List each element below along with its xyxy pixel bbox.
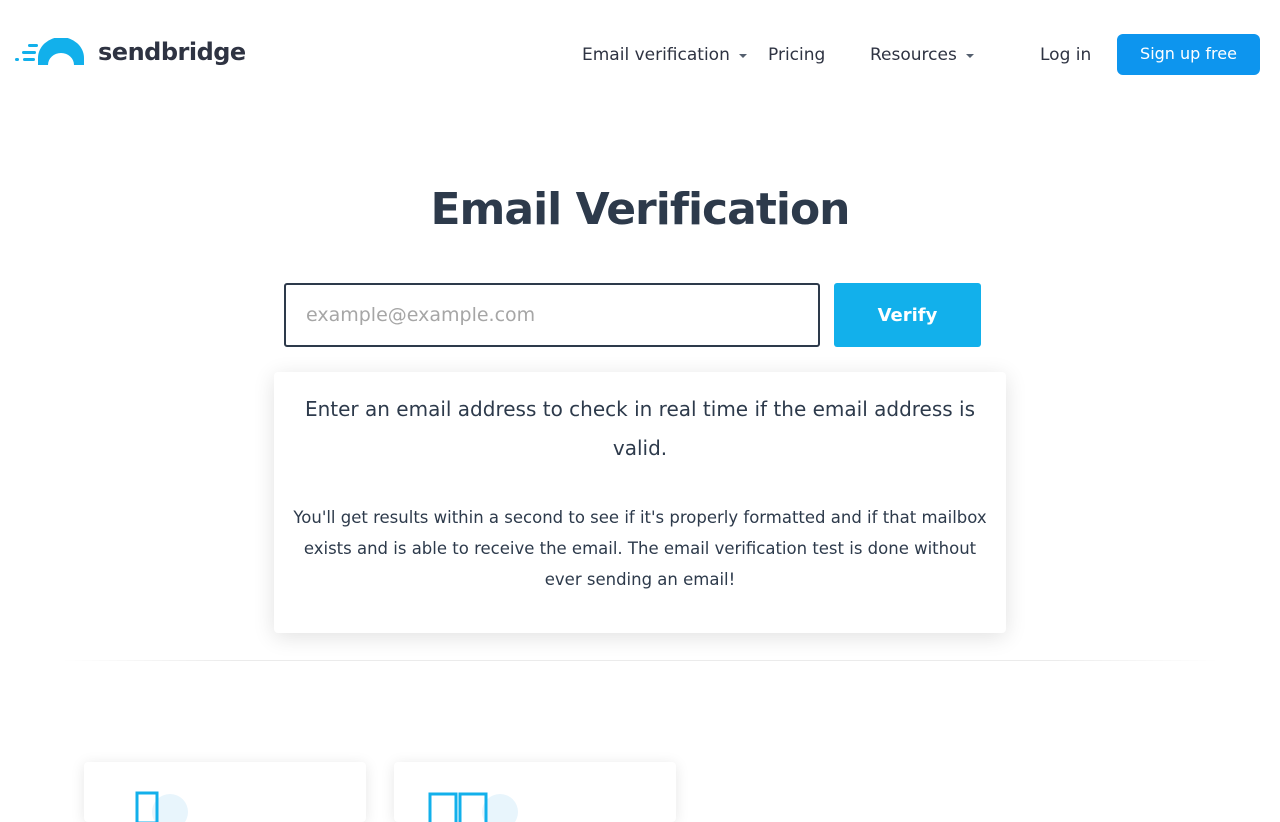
info-body-text: You'll get results within a second to se…: [293, 508, 987, 589]
grid-icon: [428, 792, 518, 822]
logo[interactable]: sendbridge: [14, 34, 246, 70]
chevron-down-icon: [738, 54, 747, 58]
logo-text: sendbridge: [98, 38, 246, 66]
nav-pricing[interactable]: Pricing: [768, 40, 825, 70]
verify-button[interactable]: Verify: [834, 283, 981, 347]
info-lead-text: Enter an email address to check in real …: [304, 397, 976, 460]
page-title: Email Verification: [430, 184, 850, 235]
nav-pricing-label: Pricing: [768, 45, 826, 65]
nav-email-verification-label: Email verification: [582, 45, 730, 65]
site-header: sendbridge Email verification Pricing Re…: [0, 0, 1280, 110]
feature-card: [84, 762, 366, 822]
nav-resources[interactable]: Resources: [870, 40, 974, 70]
chevron-down-icon: [965, 54, 974, 58]
section-divider: [60, 660, 1220, 661]
email-input[interactable]: [284, 283, 820, 347]
sendbridge-logo-icon: [15, 38, 84, 65]
info-card: Enter an email address to check in real …: [274, 372, 1006, 633]
login-link[interactable]: Log in: [1040, 40, 1091, 70]
document-icon: [135, 791, 188, 822]
nav-resources-label: Resources: [870, 45, 957, 65]
nav-email-verification[interactable]: Email verification: [582, 40, 747, 70]
signup-button[interactable]: Sign up free: [1117, 34, 1260, 75]
feature-card: [394, 762, 676, 822]
